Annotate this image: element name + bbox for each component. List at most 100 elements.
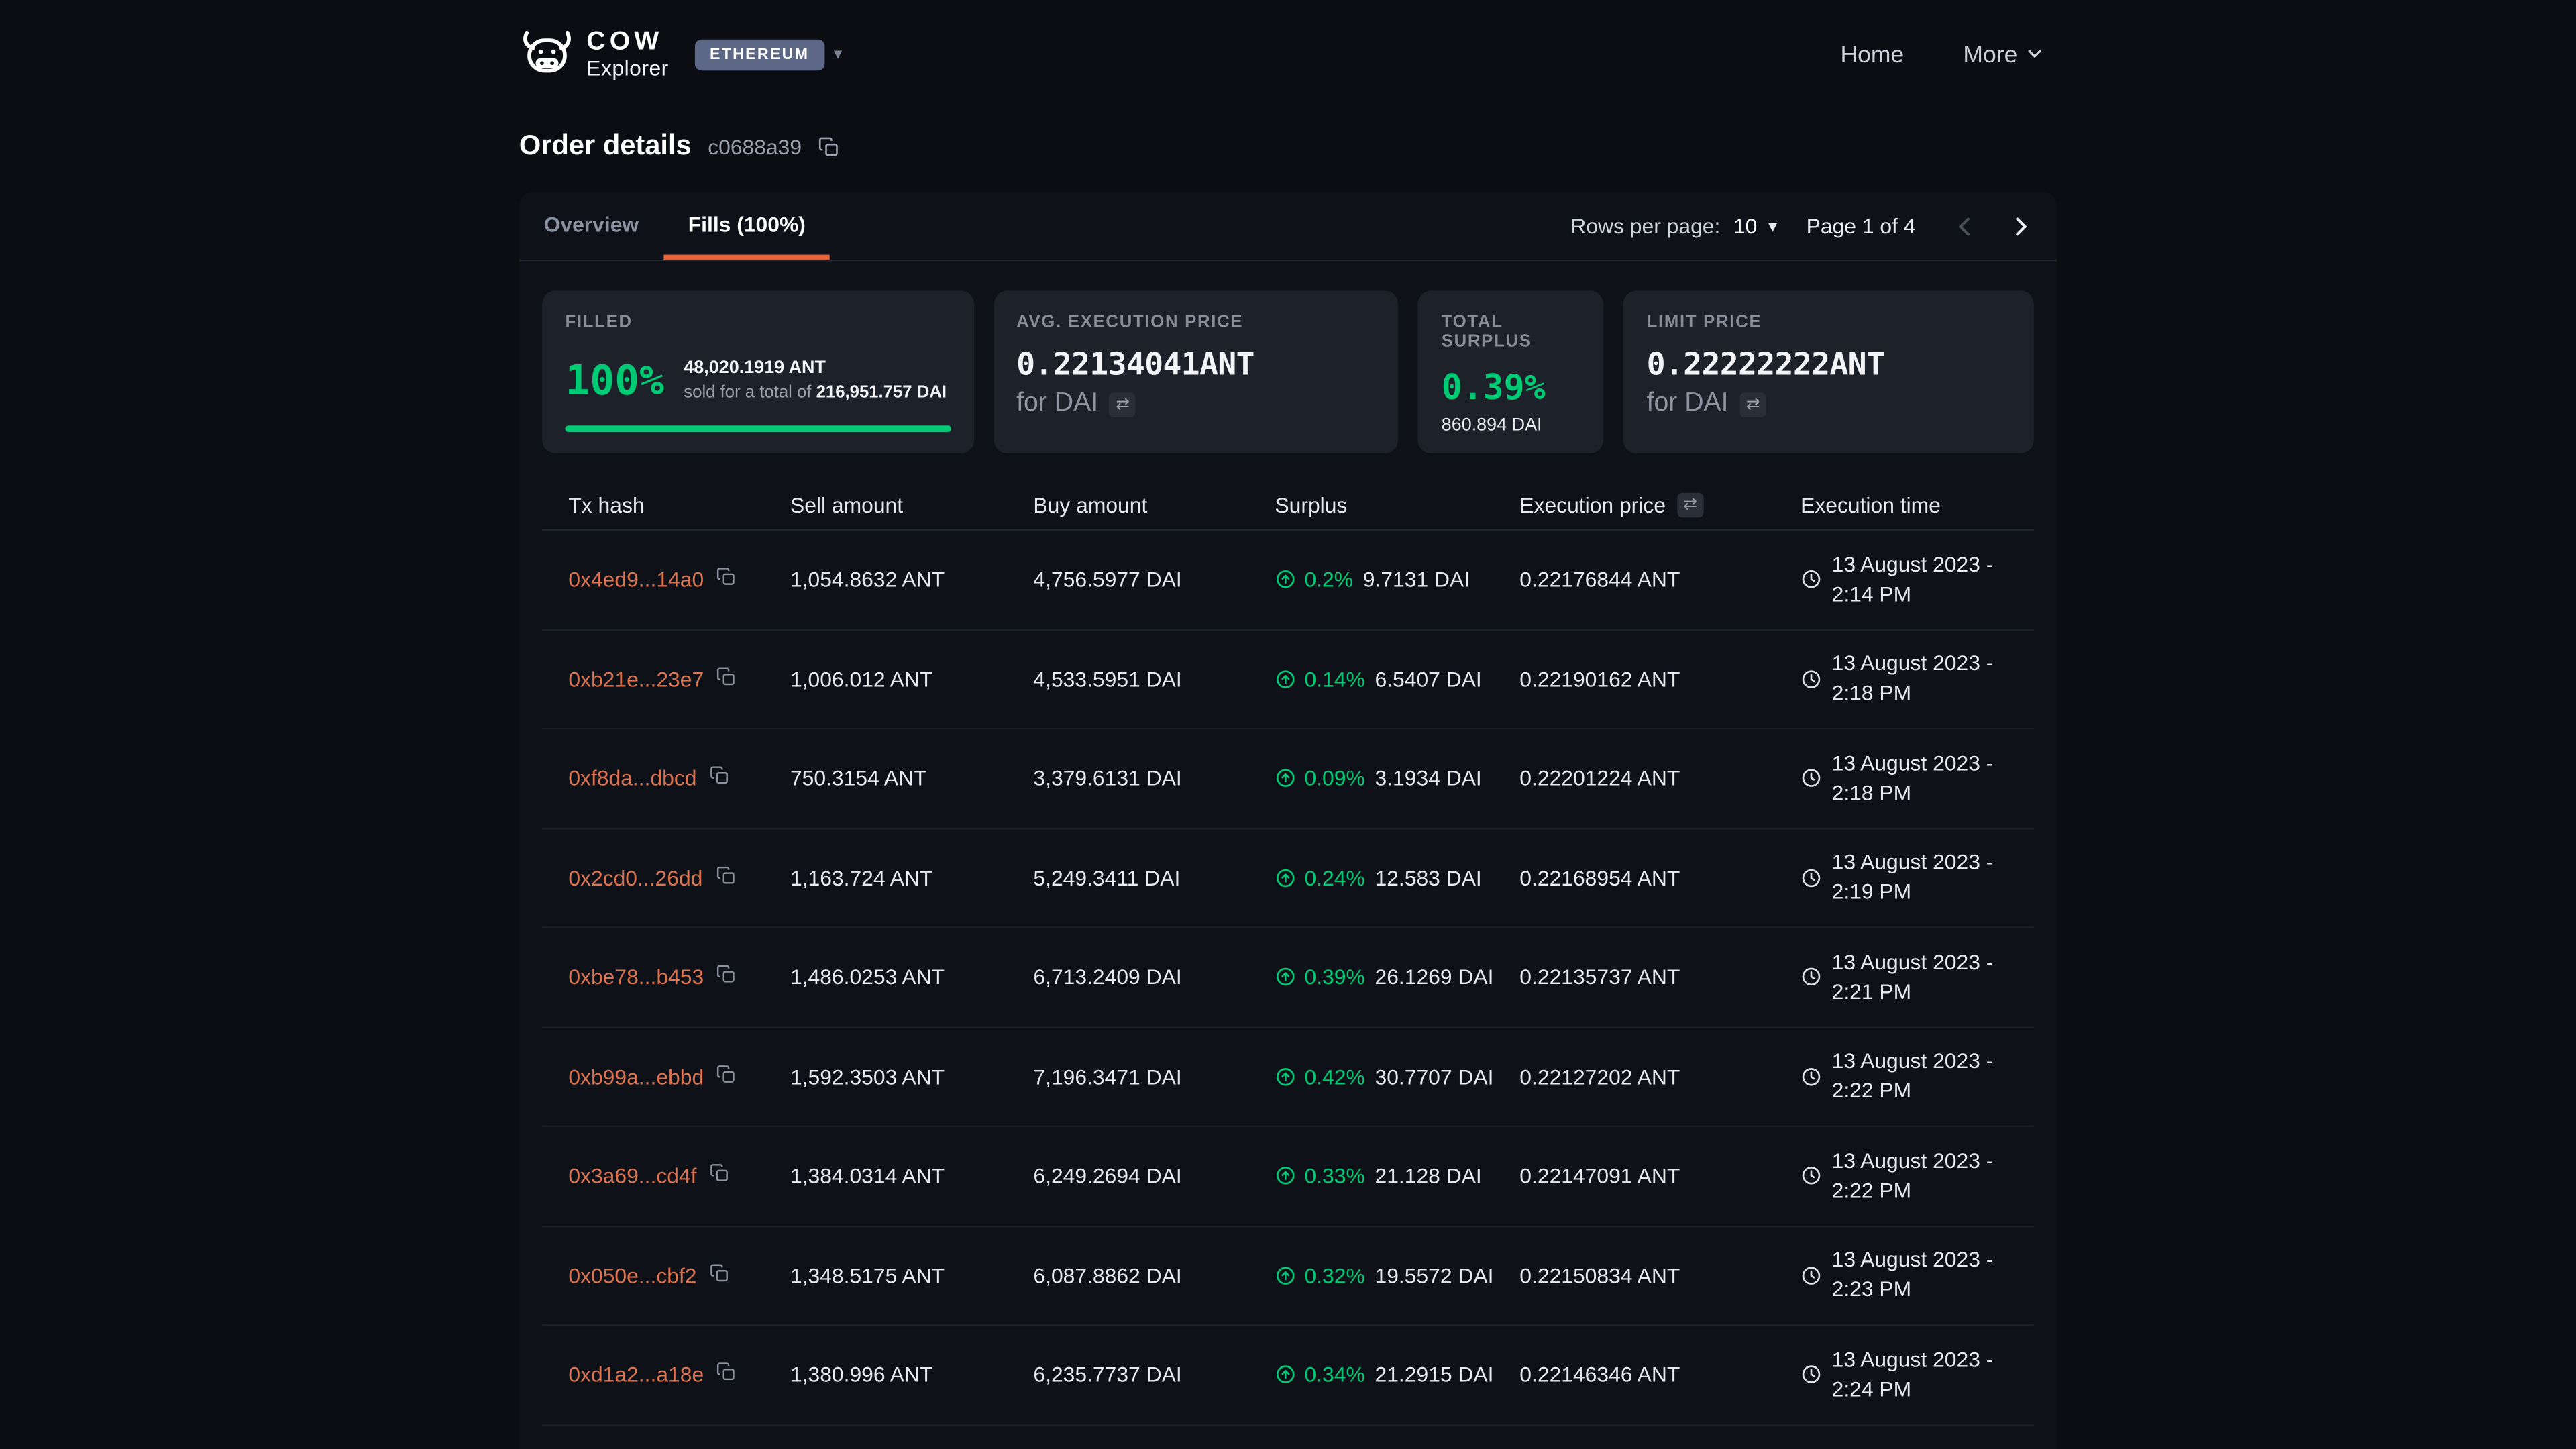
surplus-percent: 0.32% (1304, 1263, 1364, 1288)
arrow-up-circle-icon (1275, 1364, 1296, 1385)
sell-amount: 1,006.012 ANT (790, 667, 1033, 692)
col-buy-amount: Buy amount (1033, 492, 1275, 517)
tx-hash-link[interactable]: 0x4ed9...14a0 (568, 568, 704, 592)
surplus-amount: 6.5407 DAI (1375, 667, 1481, 692)
order-id: c0688a39 (708, 134, 802, 159)
surplus-amount: 9.7131 DAI (1363, 568, 1470, 592)
limit-price-unit: for DAI (1647, 389, 1729, 419)
tab-bar: Overview Fills (100%) Rows per page: 10 … (519, 193, 2057, 262)
tx-hash-link[interactable]: 0xb99a...ebbd (568, 1064, 704, 1089)
copy-tx-hash-button[interactable] (717, 965, 737, 989)
network-selector[interactable]: ETHEREUM ▾ (695, 40, 842, 71)
copy-tx-hash-button[interactable] (717, 667, 737, 692)
filled-progress-bar (565, 425, 951, 432)
sell-amount: 1,486.0253 ANT (790, 965, 1033, 989)
stats-cards: FILLED 100% 48,020.1919 ANT sold for a t… (542, 290, 2034, 453)
buy-amount: 6,087.8862 DAI (1033, 1263, 1275, 1288)
table-row: 0xb99a...ebbd 1,592.3503 ANT 7,196.3471 … (542, 1028, 2034, 1127)
execution-time: 13 August 2023 - 2:19 PM (1801, 848, 2034, 908)
tx-hash-link[interactable]: 0x3a69...cd4f (568, 1163, 696, 1188)
tx-hash-link[interactable]: 0xbe78...b453 (568, 965, 704, 989)
tx-hash-link[interactable]: 0x050e...cbf2 (568, 1263, 696, 1288)
order-details-panel: Overview Fills (100%) Rows per page: 10 … (519, 193, 2057, 1449)
clock-icon (1801, 569, 1822, 590)
clock-icon (1801, 1364, 1822, 1385)
page-indicator: Page 1 of 4 (1807, 213, 1916, 238)
copy-tx-hash-button[interactable] (710, 1263, 729, 1288)
tx-hash-link[interactable]: 0xd1a2...a18e (568, 1362, 704, 1387)
execution-price: 0.22127202 ANT (1519, 1064, 1801, 1089)
table-header-row: Tx hash Sell amount Buy amount Surplus E… (542, 480, 2034, 531)
surplus: 0.24% 12.583 DAI (1275, 865, 1519, 890)
clock-icon (1801, 767, 1822, 789)
surplus-amount: 21.2915 DAI (1375, 1362, 1493, 1387)
limit-price-card: LIMIT PRICE 0.22222222ANT for DAI ⇄ (1623, 290, 2034, 453)
tx-hash-link[interactable]: 0xb21e...23e7 (568, 667, 704, 692)
surplus: 0.2% 9.7131 DAI (1275, 568, 1519, 592)
table-row: 0x2cd0...26dd 1,163.724 ANT 5,249.3411 D… (542, 829, 2034, 928)
network-badge[interactable]: ETHEREUM (695, 40, 824, 71)
total-surplus-card: TOTAL SURPLUS 0.39% 860.894 DAI (1418, 290, 1603, 453)
page-title-row: Order details c0688a39 (519, 127, 2057, 166)
page-title: Order details (519, 129, 692, 162)
col-sell-amount: Sell amount (790, 492, 1033, 517)
surplus-percent: 0.09% (1304, 766, 1364, 791)
surplus: 0.32% 19.5572 DAI (1275, 1263, 1519, 1288)
copy-tx-hash-button[interactable] (710, 1163, 729, 1188)
copy-tx-hash-button[interactable] (717, 568, 737, 592)
brand-logo[interactable]: COW Explorer (519, 29, 669, 81)
swap-direction-icon[interactable]: ⇄ (1740, 392, 1766, 417)
buy-amount: 3,379.6131 DAI (1033, 766, 1275, 791)
buy-amount: 4,533.5951 DAI (1033, 667, 1275, 692)
prev-page-button[interactable] (1948, 209, 1981, 242)
surplus: 0.39% 26.1269 DAI (1275, 965, 1519, 989)
clock-icon (1801, 867, 1822, 888)
buy-amount: 6,235.7737 DAI (1033, 1362, 1275, 1387)
table-row: 0x050e...cbf2 1,348.5175 ANT 6,087.8862 … (542, 1226, 2034, 1326)
surplus: 0.34% 21.2915 DAI (1275, 1362, 1519, 1387)
arrow-up-circle-icon (1275, 767, 1296, 789)
execution-price: 0.22135737 ANT (1519, 965, 1801, 989)
brand-subtitle: Explorer (586, 58, 668, 80)
total-surplus-percent: 0.39% (1442, 368, 1581, 408)
table-controls: Rows per page: 10 ▼ Page 1 of 4 (1570, 193, 2037, 260)
tab-fills[interactable]: Fills (100%) (663, 193, 830, 260)
fills-table-body: 0x4ed9...14a0 1,054.8632 ANT 4,756.5977 … (542, 531, 2034, 1425)
rows-per-page-select[interactable]: 10 ▼ (1733, 213, 1780, 238)
next-page-button[interactable] (2004, 209, 2037, 242)
copy-tx-hash-button[interactable] (717, 1064, 737, 1089)
execution-time: 13 August 2023 - 2:18 PM (1801, 649, 2034, 709)
nav-home[interactable]: Home (1841, 42, 1904, 68)
clock-icon (1801, 1265, 1822, 1286)
filled-label: FILLED (565, 312, 951, 331)
arrow-up-circle-icon (1275, 569, 1296, 590)
execution-price: 0.22168954 ANT (1519, 865, 1801, 890)
tx-hash-link[interactable]: 0xf8da...dbcd (568, 766, 696, 791)
tab-overview[interactable]: Overview (519, 193, 663, 260)
execution-price: 0.22146346 ANT (1519, 1362, 1801, 1387)
copy-tx-hash-button[interactable] (717, 1362, 737, 1387)
arrow-up-circle-icon (1275, 967, 1296, 988)
arrow-up-circle-icon (1275, 1165, 1296, 1187)
copy-tx-hash-button[interactable] (716, 865, 735, 890)
nav-more[interactable]: More (1963, 41, 2043, 69)
swap-direction-icon[interactable]: ⇄ (1110, 392, 1136, 417)
sell-amount: 1,380.996 ANT (790, 1362, 1033, 1387)
copy-tx-hash-button[interactable] (710, 766, 729, 791)
surplus-amount: 19.5572 DAI (1375, 1263, 1493, 1288)
execution-time: 13 August 2023 - 2:22 PM (1801, 1046, 2034, 1106)
table-row: 0xbe78...b453 1,486.0253 ANT 6,713.2409 … (542, 928, 2034, 1028)
arrow-up-circle-icon (1275, 867, 1296, 888)
swap-direction-icon[interactable]: ⇄ (1677, 492, 1703, 517)
tx-hash-link[interactable]: 0x2cd0...26dd (568, 865, 702, 890)
execution-time: 13 August 2023 - 2:24 PM (1801, 1345, 2034, 1405)
sell-amount: 1,054.8632 ANT (790, 568, 1033, 592)
surplus-percent: 0.14% (1304, 667, 1364, 692)
col-surplus: Surplus (1275, 492, 1519, 517)
copy-order-id-button[interactable] (818, 136, 840, 157)
clock-icon (1801, 668, 1822, 690)
clock-icon (1801, 967, 1822, 988)
buy-amount: 4,756.5977 DAI (1033, 568, 1275, 592)
avg-execution-price-value: 0.22134041ANT (1016, 347, 1376, 383)
surplus-percent: 0.24% (1304, 865, 1364, 890)
